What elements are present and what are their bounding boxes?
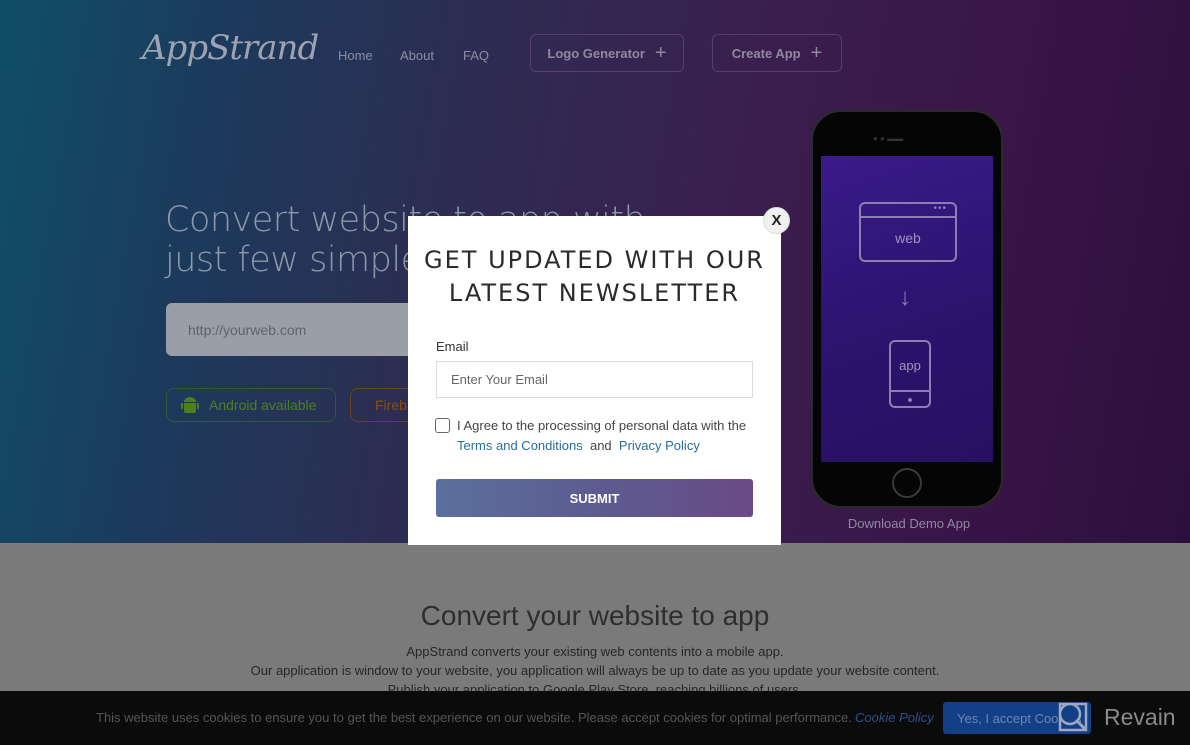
plus-icon: +: [654, 42, 667, 64]
web-window-icon: ••• web: [859, 202, 957, 262]
agree-and: and: [589, 438, 612, 453]
newsletter-modal: GET UPDATED WITH OUR LATEST NEWSLETTER E…: [408, 216, 781, 545]
modal-title-line1: GET UPDATED WITH OUR: [424, 246, 765, 274]
revain-watermark: Revain: [1104, 704, 1176, 730]
nav-about[interactable]: About: [400, 48, 434, 63]
logo-generator-label: Logo Generator: [547, 45, 645, 61]
email-label: Email: [436, 339, 469, 354]
modal-title-line2: LATEST NEWSLETTER: [448, 279, 741, 307]
phone-home-button: [892, 468, 922, 498]
cookie-policy-link[interactable]: Cookie Policy: [855, 710, 934, 725]
cookie-text: This website uses cookies to ensure you …: [96, 710, 852, 725]
cookie-bar: This website uses cookies to ensure you …: [0, 691, 1190, 745]
android-icon: [181, 397, 199, 413]
agree-text: I Agree to the processing of personal da…: [457, 416, 757, 456]
arrow-down-icon: ↓: [899, 284, 911, 311]
section-text-line: Our application is window to your websit…: [250, 663, 940, 678]
email-field[interactable]: [436, 361, 753, 398]
agree-prefix: I Agree to the processing of personal da…: [457, 418, 747, 433]
nav-faq[interactable]: FAQ: [463, 48, 489, 63]
create-app-label: Create App: [731, 45, 801, 61]
revain-logo-icon: [1058, 702, 1088, 732]
logo[interactable]: AppStrand: [142, 28, 319, 68]
nav-home[interactable]: Home: [338, 48, 373, 63]
download-demo-app-link[interactable]: Download Demo App: [811, 516, 1007, 531]
phone-screen: ••• web ↓ app: [821, 156, 993, 462]
submit-button[interactable]: SUBMIT: [436, 479, 753, 517]
close-icon[interactable]: X: [763, 207, 790, 234]
android-badge[interactable]: Android available: [166, 388, 336, 422]
phone-speaker: ● ● ▬▬: [873, 134, 904, 143]
web-label: web: [895, 230, 921, 246]
phone-mockup: ● ● ▬▬ ••• web ↓ app: [811, 110, 1003, 508]
app-label: app: [899, 358, 921, 373]
terms-link[interactable]: Terms and Conditions: [457, 438, 583, 453]
agree-checkbox[interactable]: [435, 418, 450, 433]
logo-generator-button[interactable]: Logo Generator +: [530, 34, 684, 72]
privacy-policy-link[interactable]: Privacy Policy: [619, 438, 700, 453]
modal-title: GET UPDATED WITH OUR LATEST NEWSLETTER: [408, 244, 781, 310]
mobile-app-icon: app: [889, 340, 931, 408]
create-app-button[interactable]: Create App +: [712, 34, 842, 72]
section-text-line: AppStrand converts your existing web con…: [406, 644, 784, 659]
section-title: Convert your website to app: [420, 600, 770, 631]
android-badge-label: Android available: [209, 397, 317, 413]
plus-icon: +: [810, 42, 823, 64]
